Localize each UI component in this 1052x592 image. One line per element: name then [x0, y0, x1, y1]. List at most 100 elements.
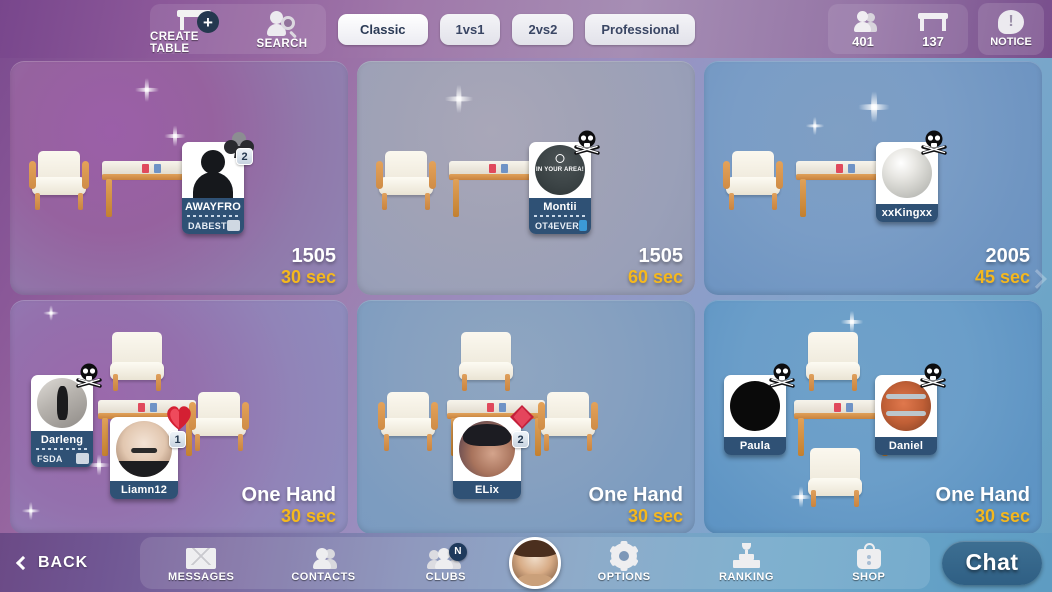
- table-bet: 1505: [638, 245, 684, 267]
- player-club-label: OT4EVER: [535, 220, 580, 231]
- chair: [804, 448, 866, 510]
- nav-item-ranking[interactable]: RANKING: [685, 537, 807, 589]
- player-name: xxKingxx: [876, 204, 938, 222]
- sparkle: [802, 113, 828, 139]
- table-bet: 1505: [291, 245, 337, 267]
- sparkle: [40, 302, 62, 324]
- sparkle: [18, 498, 44, 524]
- chair: [188, 392, 250, 454]
- chevron-right-icon[interactable]: [1028, 268, 1044, 296]
- skull-icon: [768, 362, 796, 388]
- mode-filter-professional[interactable]: Professional: [585, 13, 696, 45]
- chair: [802, 332, 864, 394]
- player-count-badge: 2: [512, 431, 529, 448]
- table-plus-icon: +: [177, 3, 219, 33]
- table-time: 30 sec: [627, 506, 683, 526]
- mode-filter-classic[interactable]: Classic: [338, 13, 428, 45]
- sparkle: [130, 73, 164, 107]
- contacts-icon: [307, 543, 339, 569]
- sparkle: [852, 85, 896, 129]
- player-plate[interactable]: 2 AWAYFRO DABEST: [182, 132, 254, 234]
- player-club: OT4EVER: [529, 218, 591, 234]
- table-time: 30 sec: [974, 506, 1030, 526]
- table-bet: 2005: [985, 245, 1031, 267]
- table-info: 1505 30 sec: [281, 245, 336, 287]
- table-card-5[interactable]: 2 ELix One Hand 30 sec: [357, 300, 695, 534]
- user-avatar[interactable]: [508, 536, 561, 589]
- nav-label-messages: MESSAGES: [167, 570, 235, 583]
- player-plate[interactable]: Paula: [724, 363, 795, 455]
- back-label: BACK: [38, 553, 89, 571]
- nav-label-options: OPTIONS: [597, 570, 651, 583]
- club-emblem-icon: [579, 220, 587, 231]
- tables-grid: 2 AWAYFRO DABEST 1505 30 sec IN YOUR ARE…: [0, 58, 1052, 534]
- table-card-6[interactable]: Paula Daniel One Hand 30 sec: [704, 300, 1042, 534]
- player-club: FSDA: [31, 451, 93, 467]
- nav-item-options[interactable]: OPTIONS: [563, 537, 685, 589]
- skull-icon: [920, 129, 948, 155]
- table-card-2[interactable]: IN YOUR AREA! Montii OT4EVER 1505 60 sec: [357, 61, 695, 295]
- nav-label-shop: SHOP: [852, 570, 886, 583]
- top-left-actions: + CREATE TABLE SEARCH: [150, 3, 326, 55]
- clubs-notification-badge: N: [448, 542, 467, 561]
- club-emblem-icon: [76, 453, 89, 464]
- nav-item-contacts[interactable]: CONTACTS: [262, 537, 384, 589]
- chair: [106, 332, 168, 394]
- create-table-button[interactable]: + CREATE TABLE: [150, 3, 238, 55]
- table-card-3[interactable]: xxKingxx 2005 45 sec: [704, 61, 1042, 295]
- table-card-1[interactable]: 2 AWAYFRO DABEST 1505 30 sec: [10, 61, 348, 295]
- table-time: 60 sec: [627, 267, 683, 287]
- mode-filter-2vs2[interactable]: 2vs2: [512, 13, 574, 45]
- chair: [537, 392, 599, 454]
- table-bet: One Hand: [935, 484, 1030, 506]
- table-time: 45 sec: [974, 267, 1030, 287]
- skull-icon: [573, 129, 601, 155]
- skull-icon: [75, 362, 103, 388]
- tables-row: 2 AWAYFRO DABEST 1505 30 sec IN YOUR ARE…: [10, 61, 1042, 295]
- player-name: Paula: [724, 437, 786, 455]
- chair: [722, 151, 784, 213]
- nav-items-group: MESSAGES CONTACTS N CLUBS OPTIONS RANKIN…: [140, 536, 930, 589]
- player-plate[interactable]: IN YOUR AREA! Montii OT4EVER: [529, 130, 600, 234]
- table-icon: [918, 10, 948, 32]
- player-plate[interactable]: Daniel: [875, 363, 946, 455]
- chat-button[interactable]: Chat: [942, 540, 1042, 585]
- tables-open-count: 137: [922, 33, 944, 49]
- counters-group: 401 137: [828, 4, 968, 54]
- chair: [28, 151, 90, 213]
- nav-item-messages[interactable]: MESSAGES: [140, 537, 262, 589]
- player-club: DABEST: [182, 218, 244, 234]
- nav-label-ranking: RANKING: [719, 570, 774, 583]
- top-counters: 401 137 ! NOTICE: [828, 3, 1052, 55]
- player-plate[interactable]: xxKingxx: [876, 130, 947, 222]
- game-mode-filters: Classic 1vs1 2vs2 Professional: [338, 13, 696, 45]
- plate-divider: [182, 215, 244, 218]
- nav-label-contacts: CONTACTS: [291, 570, 356, 583]
- notice-bubble-icon: !: [998, 10, 1024, 34]
- mode-filter-1vs1[interactable]: 1vs1: [439, 13, 501, 45]
- chevron-left-icon: [15, 555, 31, 570]
- mail-icon: [186, 543, 217, 569]
- player-plate[interactable]: Darleng FSDA: [31, 363, 102, 467]
- chair: [375, 151, 437, 213]
- players-online-count: 401: [852, 33, 874, 49]
- tables-open-counter[interactable]: 137: [898, 10, 968, 49]
- player-plate[interactable]: 1 Liamn12: [110, 406, 191, 499]
- player-name: Montii: [529, 198, 591, 215]
- players-online-counter[interactable]: 401: [828, 10, 898, 49]
- player-count-badge: 1: [169, 431, 186, 448]
- player-count-badge: 2: [236, 148, 253, 165]
- nav-item-shop[interactable]: SHOP: [808, 537, 930, 589]
- create-table-label: CREATE TABLE: [150, 31, 199, 55]
- nav-label-clubs: CLUBS: [425, 570, 467, 583]
- table-card-4[interactable]: Darleng FSDA 1 Liamn12 One Hand 30 sec: [10, 300, 348, 534]
- notice-button[interactable]: ! NOTICE: [978, 3, 1044, 55]
- back-button[interactable]: BACK: [0, 533, 140, 592]
- player-plate[interactable]: 2 ELix: [453, 405, 534, 499]
- nav-item-clubs[interactable]: N CLUBS: [385, 537, 507, 589]
- search-button[interactable]: SEARCH: [238, 3, 326, 55]
- player-name: Daniel: [875, 437, 937, 455]
- sparkle: [439, 79, 479, 119]
- plate-divider: [529, 215, 591, 218]
- search-label: SEARCH: [256, 37, 308, 50]
